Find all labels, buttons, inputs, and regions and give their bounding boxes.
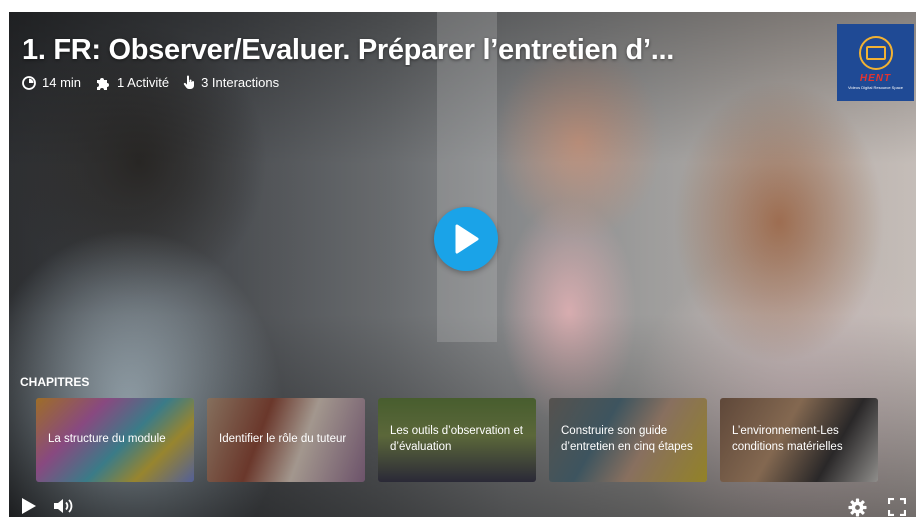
chapter-title: L’environnement-Les conditions matériell… xyxy=(732,425,843,453)
interactions-text: 3 Interactions xyxy=(201,75,280,90)
play-button[interactable] xyxy=(17,495,41,517)
chapters-heading: CHAPITRES xyxy=(20,375,90,389)
logo-subtitle: Videos Digital Resource Space xyxy=(847,84,904,90)
logo-text: HENT xyxy=(859,72,892,84)
brand-logo: HENT Videos Digital Resource Space xyxy=(837,24,914,101)
video-player: 1. FR: Observer/Evaluer. Préparer l’entr… xyxy=(9,12,916,517)
gear-icon xyxy=(847,497,867,517)
duration-meta: 14 min xyxy=(22,75,81,90)
activities-meta: 1 Activité xyxy=(95,75,169,90)
fullscreen-button[interactable] xyxy=(886,496,908,517)
chapter-list: La structure du module Identifier le rôl… xyxy=(36,398,878,482)
chapter-title: Construire son guide d’entretien en cinq… xyxy=(561,425,693,453)
chapter-card[interactable]: Construire son guide d’entretien en cinq… xyxy=(549,398,707,482)
puzzle-icon xyxy=(97,77,110,90)
chapter-title: Identifier le rôle du tuteur xyxy=(219,433,347,446)
chapter-card[interactable]: Identifier le rôle du tuteur xyxy=(207,398,365,482)
chapter-title: Les outils d’observation et d’évaluation xyxy=(390,425,523,453)
chapter-card[interactable]: La structure du module xyxy=(36,398,194,482)
volume-icon xyxy=(54,499,73,513)
interactions-meta: 3 Interactions xyxy=(183,75,279,90)
chapter-card[interactable]: L’environnement-Les conditions matériell… xyxy=(720,398,878,482)
activities-text: 1 Activité xyxy=(117,75,170,90)
chapter-card[interactable]: Les outils d’observation et d’évaluation xyxy=(378,398,536,482)
volume-button[interactable] xyxy=(51,495,77,517)
hand-pointer-icon xyxy=(183,75,195,89)
clock-icon xyxy=(22,75,36,90)
settings-button[interactable] xyxy=(846,496,868,517)
logo-emblem-icon xyxy=(858,35,893,70)
play-icon xyxy=(22,498,36,514)
play-video-button[interactable] xyxy=(434,207,498,271)
video-meta: 14 min 1 Activité 3 Interactions xyxy=(22,75,279,90)
duration-text: 14 min xyxy=(42,75,82,90)
chapter-title: La structure du module xyxy=(48,433,166,446)
fullscreen-icon xyxy=(888,498,906,516)
play-icon xyxy=(455,224,479,254)
video-title: 1. FR: Observer/Evaluer. Préparer l’entr… xyxy=(22,34,674,66)
